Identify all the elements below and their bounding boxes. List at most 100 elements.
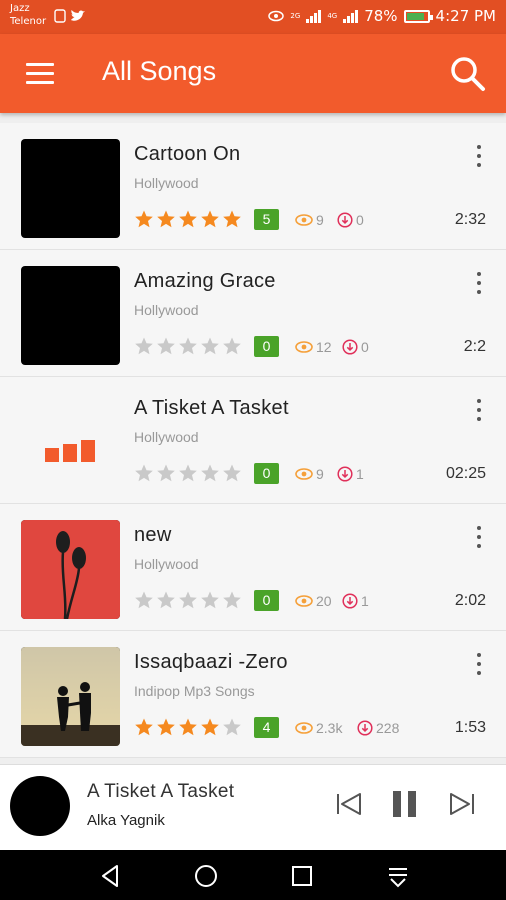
song-title: new	[134, 524, 172, 546]
more-options-icon[interactable]	[476, 145, 482, 167]
star-icon[interactable]	[200, 463, 220, 483]
eye-icon	[295, 595, 313, 607]
song-category: Indipop Mp3 Songs	[134, 683, 255, 699]
signal-type-2: 4G	[327, 12, 338, 20]
star-icon[interactable]	[156, 209, 176, 229]
star-icon[interactable]	[156, 590, 176, 610]
search-icon[interactable]	[450, 56, 486, 92]
views-count: 20	[295, 593, 332, 609]
song-category: Hollywood	[134, 556, 199, 572]
signal-type-1: 2G	[290, 12, 301, 20]
carrier-1: Jazz	[10, 3, 30, 14]
download-icon	[342, 339, 358, 355]
page-title: All Songs	[102, 56, 217, 86]
now-playing-bar[interactable]: A Tisket A Tasket Alka Yagnik	[0, 764, 506, 850]
song-title: Cartoon On	[134, 143, 241, 165]
star-icon[interactable]	[200, 209, 220, 229]
more-options-icon[interactable]	[476, 399, 482, 421]
more-options-icon[interactable]	[476, 653, 482, 675]
star-icon[interactable]	[200, 717, 220, 737]
star-icon[interactable]	[222, 463, 242, 483]
song-duration: 02:25	[445, 465, 486, 482]
star-icon[interactable]	[156, 463, 176, 483]
rating-badge: 0	[254, 463, 279, 484]
menu-icon[interactable]	[26, 63, 54, 85]
star-rating[interactable]	[134, 717, 242, 737]
downloads-value: 228	[376, 720, 400, 736]
eye-icon	[295, 341, 313, 353]
downloads-value: 1	[361, 593, 369, 609]
notifications-icon[interactable]	[385, 863, 411, 889]
carrier-2: Telenor	[10, 16, 47, 27]
star-icon[interactable]	[222, 590, 242, 610]
eye-icon	[295, 214, 313, 226]
star-icon[interactable]	[178, 336, 198, 356]
star-icon[interactable]	[134, 336, 154, 356]
twitter-icon	[71, 10, 85, 21]
downloads-count: 1	[342, 593, 369, 609]
star-icon[interactable]	[134, 590, 154, 610]
song-thumbnail[interactable]	[21, 139, 120, 238]
downloads-value: 1	[356, 466, 364, 482]
player-artist: Alka Yagnik	[87, 812, 165, 829]
song-row[interactable]: A Tisket A Tasket Hollywood 0 9 1 02:25	[0, 377, 506, 504]
star-rating[interactable]	[134, 590, 242, 610]
more-options-icon[interactable]	[476, 272, 482, 294]
song-duration: 2:02	[454, 592, 486, 609]
star-icon[interactable]	[222, 336, 242, 356]
star-rating[interactable]	[134, 209, 242, 229]
song-title: Issaqbaazi -Zero	[134, 651, 288, 673]
star-icon[interactable]	[156, 717, 176, 737]
signal-strength-2-icon	[343, 9, 359, 23]
back-icon[interactable]	[97, 863, 123, 889]
star-icon[interactable]	[200, 590, 220, 610]
eye-icon	[295, 722, 313, 734]
star-icon[interactable]	[134, 209, 154, 229]
views-value: 12	[316, 339, 332, 355]
star-icon[interactable]	[178, 463, 198, 483]
rating-badge: 5	[254, 209, 279, 230]
more-options-icon[interactable]	[476, 526, 482, 548]
song-thumbnail[interactable]	[21, 266, 120, 365]
star-icon[interactable]	[178, 590, 198, 610]
song-thumbnail[interactable]	[21, 393, 120, 492]
views-count: 9	[295, 466, 324, 482]
home-icon[interactable]	[193, 863, 219, 889]
previous-icon[interactable]	[334, 789, 364, 819]
downloads-count: 0	[342, 339, 369, 355]
song-row[interactable]: new Hollywood 0 20 1 2:02	[0, 504, 506, 631]
downloads-value: 0	[356, 212, 364, 228]
star-rating[interactable]	[134, 463, 242, 483]
pause-icon[interactable]	[390, 789, 420, 819]
star-icon[interactable]	[178, 209, 198, 229]
song-row[interactable]: Amazing Grace Hollywood 0 12 0 2:2	[0, 250, 506, 377]
status-right: 2G 4G 78% 4:27 PM	[268, 7, 496, 25]
song-row[interactable]: Cartoon On Hollywood 5 9 0 2:32	[0, 123, 506, 250]
eye-comfort-icon	[268, 10, 285, 22]
star-icon[interactable]	[222, 717, 242, 737]
star-icon[interactable]	[156, 336, 176, 356]
song-category: Hollywood	[134, 302, 199, 318]
downloads-count: 1	[337, 466, 364, 482]
rating-badge: 0	[254, 590, 279, 611]
star-rating[interactable]	[134, 336, 242, 356]
song-category: Hollywood	[134, 429, 199, 445]
download-icon	[342, 593, 358, 609]
star-icon[interactable]	[222, 209, 242, 229]
views-value: 9	[316, 212, 324, 228]
next-icon[interactable]	[447, 789, 477, 819]
star-icon[interactable]	[178, 717, 198, 737]
star-icon[interactable]	[134, 717, 154, 737]
notification-icons	[54, 9, 86, 23]
status-bar: Jazz Telenor 2G 4G 78% 4:27 PM	[0, 0, 506, 34]
song-row[interactable]: Issaqbaazi -Zero Indipop Mp3 Songs 4 2.3k 22…	[0, 631, 506, 758]
views-count: 2.3k	[295, 720, 342, 736]
song-thumbnail[interactable]	[21, 520, 120, 619]
battery-percent: 78%	[364, 7, 398, 25]
player-album-art[interactable]	[10, 776, 70, 836]
song-thumbnail[interactable]	[21, 647, 120, 746]
star-icon[interactable]	[200, 336, 220, 356]
star-icon[interactable]	[134, 463, 154, 483]
recents-icon[interactable]	[289, 863, 315, 889]
carrier-names: Jazz Telenor	[10, 2, 46, 28]
